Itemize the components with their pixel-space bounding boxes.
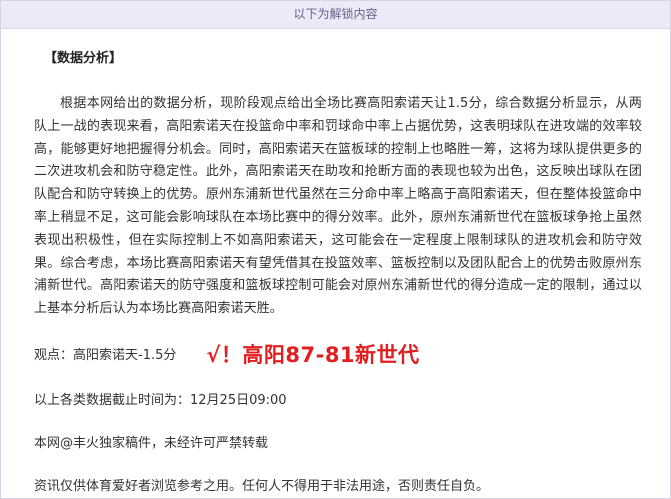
copyright-notice: 本网@丰火独家稿件，未经许可严禁转载 <box>34 435 269 451</box>
data-deadline: 以上各类数据截止时间为：12月25日09:00 <box>34 392 287 408</box>
article-frame: 以下为解锁内容 【数据分析】 根据本网给出的数据分析，现阶段观点给出全场比赛高阳… <box>0 0 671 499</box>
unlock-banner-text: 以下为解锁内容 <box>293 7 378 21</box>
unlock-banner: 以下为解锁内容 <box>1 1 670 29</box>
article-body: 【数据分析】 根据本网给出的数据分析，现阶段观点给出全场比赛高阳索诺天让1.5分… <box>1 49 670 497</box>
section-title: 【数据分析】 <box>44 51 123 66</box>
disclaimer: 资讯仅供体育爱好者浏览参考之用。任何人不得用于非法用途，否则责任自负。 <box>34 478 490 494</box>
verdict-label: 观点：高阳索诺天-1.5分 <box>34 348 177 364</box>
verdict-row: 观点：高阳索诺天-1.5分 √！高阳87-81新世代 <box>34 338 642 370</box>
verdict-result: √！高阳87-81新世代 <box>206 342 420 367</box>
analysis-paragraph: 根据本网给出的数据分析，现阶段观点给出全场比赛高阳索诺天让1.5分，综合数据分析… <box>34 96 642 317</box>
